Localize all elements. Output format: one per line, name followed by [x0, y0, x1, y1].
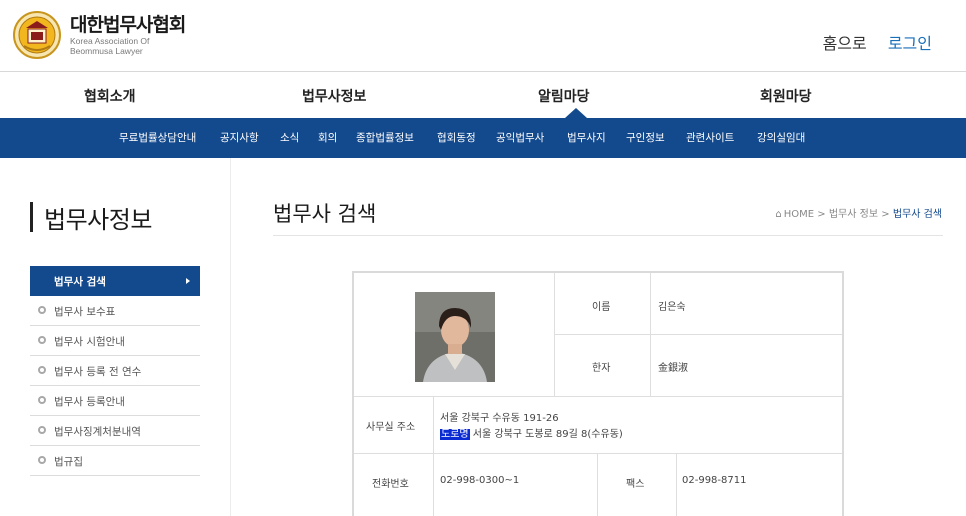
address-road-value: 서울 강북구 도봉로 89길 8(수유동) — [472, 429, 623, 440]
arrow-right-icon — [186, 278, 190, 284]
table-divider — [597, 453, 598, 516]
sidebar-item-label: 법무사 등록안내 — [54, 396, 125, 408]
sub-nav-free-legal-consult[interactable]: 무료법률상담안내 — [119, 130, 196, 145]
fax-value: 02-998-8711 — [682, 475, 747, 486]
bullet-circle-icon — [38, 396, 46, 404]
logo-subtitle-line2: Beommusa Lawyer — [70, 46, 143, 56]
sidebar-item-disciplinary-records[interactable]: 법무사징계처분내역 — [30, 416, 200, 446]
road-name-badge: 도로명 — [440, 429, 470, 440]
phone-value: 02-998-0300~1 — [440, 475, 520, 486]
top-links: 홈으로 로그인 — [823, 30, 932, 54]
phone-label: 전화번호 — [372, 479, 409, 490]
main-nav-members[interactable]: 회원마당 — [760, 86, 812, 106]
bullet-circle-icon — [38, 336, 46, 344]
main-nav: 협회소개 법무사정보 알림마당 회원마당 — [0, 72, 966, 118]
table-divider — [554, 334, 842, 335]
main-nav-notice[interactable]: 알림마당 — [538, 86, 590, 106]
breadcrumb-separator: > — [817, 209, 826, 220]
site-header: 대한법무사협회 Korea Association Of Beommusa La… — [0, 0, 966, 72]
main-nav-about[interactable]: 협회소개 — [84, 86, 136, 106]
sub-nav-association-news[interactable]: 협회동정 — [437, 130, 476, 145]
site-logo[interactable]: 대한법무사협회 Korea Association Of Beommusa La… — [12, 10, 186, 60]
bullet-circle-icon — [38, 366, 46, 374]
sub-nav-notices[interactable]: 공지사항 — [220, 130, 259, 145]
breadcrumb-separator: > — [881, 209, 890, 220]
hanja-label: 한자 — [592, 363, 611, 374]
sidebar-item-label: 법무사 보수표 — [54, 306, 116, 318]
sidebar-item-label: 법무사 등록 전 연수 — [54, 366, 142, 378]
sidebar-divider — [230, 158, 231, 516]
sidebar-item-label: 법무사징계처분내역 — [54, 426, 141, 438]
sidebar-item-fee-table[interactable]: 법무사 보수표 — [30, 296, 200, 326]
sidebar-item-pre-registration-training[interactable]: 법무사 등록 전 연수 — [30, 356, 200, 386]
sidebar-title-bar — [30, 202, 33, 232]
bullet-circle-icon — [38, 426, 46, 434]
hanja-value: 金銀淑 — [658, 363, 688, 374]
breadcrumb: ⌂ HOME > 법무사 정보 > 법무사 검색 — [775, 205, 942, 220]
sidebar-item-regulations[interactable]: 법규집 — [30, 446, 200, 476]
sub-nav-related-sites[interactable]: 관련사이트 — [686, 130, 734, 145]
sub-nav-jobs[interactable]: 구인정보 — [626, 130, 665, 145]
sidebar-item-registration-info[interactable]: 법무사 등록안내 — [30, 386, 200, 416]
sidebar-menu: 법무사 검색 법무사 보수표 법무사 시험안내 법무사 등록 전 연수 법무사 … — [30, 266, 200, 476]
bullet-circle-icon — [38, 306, 46, 314]
sub-nav-meetings[interactable]: 회의 — [318, 130, 337, 145]
page-title: 법무사 검색 — [273, 202, 377, 226]
table-divider — [354, 396, 842, 397]
sidebar-item-label: 법무사 검색 — [54, 276, 106, 288]
sub-nav-news[interactable]: 소식 — [280, 130, 299, 145]
address-road-line: 도로명 서울 강북구 도봉로 89길 8(수유동) — [440, 425, 623, 440]
sidebar-item-search[interactable]: 법무사 검색 — [30, 266, 200, 296]
login-link[interactable]: 로그인 — [888, 34, 932, 53]
logo-title: 대한법무사협회 — [70, 14, 186, 36]
breadcrumb-current: 법무사 검색 — [892, 209, 942, 220]
table-divider — [676, 453, 677, 516]
sub-nav-legal-info[interactable]: 종합법률정보 — [356, 130, 414, 145]
active-nav-caret-icon — [565, 108, 587, 118]
sub-nav-magazine[interactable]: 법무사지 — [567, 130, 606, 145]
logo-subtitle-line1: Korea Association Of — [70, 36, 150, 46]
sub-nav-room-rental[interactable]: 강의실임대 — [757, 130, 805, 145]
sub-nav-public-beommusa[interactable]: 공익법무사 — [496, 130, 544, 145]
name-value: 김은숙 — [658, 302, 686, 313]
address-lot-value: 서울 강북구 수유동 191-26 — [440, 413, 559, 424]
office-address-label: 사무실 주소 — [366, 422, 416, 433]
home-link[interactable]: 홈으로 — [823, 34, 867, 53]
sidebar-title: 법무사정보 — [44, 206, 152, 234]
lawyer-photo — [415, 292, 495, 382]
portrait-image-icon — [415, 292, 495, 382]
table-divider — [433, 396, 434, 516]
name-label: 이름 — [592, 302, 611, 313]
breadcrumb-home[interactable]: HOME — [784, 209, 814, 220]
table-divider — [354, 453, 842, 454]
fax-label: 팩스 — [626, 479, 645, 490]
sidebar-item-label: 법무사 시험안내 — [54, 336, 125, 348]
content-header-rule — [273, 235, 943, 236]
sidebar-item-label: 법규집 — [54, 456, 83, 468]
home-icon: ⌂ — [775, 209, 782, 220]
association-emblem-icon — [13, 11, 61, 59]
breadcrumb-level1[interactable]: 법무사 정보 — [829, 209, 878, 220]
bullet-circle-icon — [38, 456, 46, 464]
sub-nav: 무료법률상담안내 공지사항 소식 회의 종합법률정보 협회동정 공익법무사 법무… — [0, 118, 966, 158]
lawyer-profile-table: 이름 김은숙 한자 金銀淑 사무실 주소 서울 강북구 수유동 191-26 도… — [352, 271, 844, 516]
sidebar-item-exam-info[interactable]: 법무사 시험안내 — [30, 326, 200, 356]
main-nav-beommusa-info[interactable]: 법무사정보 — [302, 86, 366, 106]
